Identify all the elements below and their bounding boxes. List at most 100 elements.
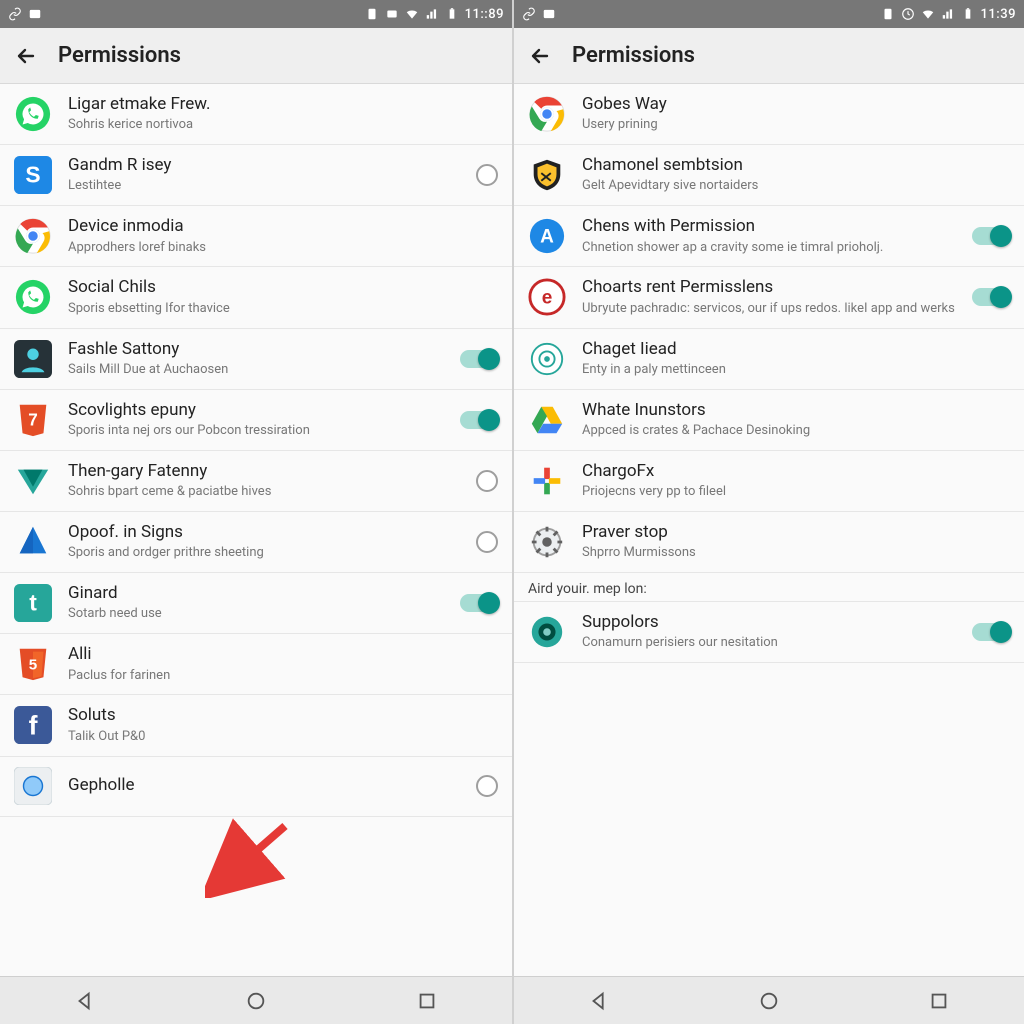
list-item-subtitle: Sporis ebsetting Ifor thavice	[68, 301, 448, 318]
battery-icon	[961, 7, 975, 21]
list-item-subtitle: Sporis and ordger prithre sheeting	[68, 545, 448, 562]
svg-text:5: 5	[29, 657, 38, 674]
svg-text:e: e	[542, 288, 553, 309]
nav-back-button[interactable]	[55, 981, 115, 1021]
list-item-title: Gobes Way	[582, 94, 960, 115]
svg-text:7: 7	[28, 410, 38, 429]
radio-control[interactable]	[476, 470, 498, 492]
list-item[interactable]: ChargoFxPriojecns very pp to fileel	[514, 451, 1024, 512]
list-item-title: Scovlights epuny	[68, 400, 448, 421]
contact-dark-icon	[14, 340, 52, 378]
nav-home-button[interactable]	[739, 981, 799, 1021]
list-item[interactable]: Social ChilsSporis ebsetting Ifor thavic…	[0, 267, 512, 328]
card-icon	[542, 7, 556, 21]
nav-back-button[interactable]	[569, 981, 629, 1021]
list-item-subtitle: Shprro Murmissons	[582, 545, 960, 562]
list-item[interactable]: AChens with PermissionChnetion shower ap…	[514, 206, 1024, 267]
radio-control[interactable]	[476, 164, 498, 186]
back-button[interactable]	[12, 42, 40, 70]
list-item-text: Device inmodia Approdhers loref binaks	[68, 216, 448, 256]
list-item-title: Suppolors	[582, 612, 960, 633]
list-item-title: Praver stop	[582, 522, 960, 543]
list-item[interactable]: Whate InunstorsAppced is crates & Pachac…	[514, 390, 1024, 451]
back-button[interactable]	[526, 42, 554, 70]
list-item-text: Choarts rent PermisslensUbryute pachradı…	[582, 277, 960, 317]
list-item[interactable]: 7Scovlights epunySporis inta nej ors our…	[0, 390, 512, 451]
list-item-text: Chaget IieadEnty in a paly mettinceen	[582, 339, 960, 379]
nav-recents-button[interactable]	[909, 981, 969, 1021]
radio-control[interactable]	[476, 775, 498, 797]
toggle-control[interactable]	[460, 411, 498, 429]
list-item-subtitle: Sohris kerice nortivoa	[68, 117, 448, 134]
list-item-title: Device inmodia	[68, 216, 448, 237]
list-item-text: Chamonel sembtsionGelt Apevidtary sive n…	[582, 155, 960, 195]
list-item[interactable]: Chamonel sembtsionGelt Apevidtary sive n…	[514, 145, 1024, 206]
permissions-list[interactable]: Ligar etmake Frew. Sohris kerice nortivoa…	[0, 84, 512, 976]
list-item-title: Chaget Iiead	[582, 339, 960, 360]
list-item-text: Fashle Sattony Sails Mill Due at Auchaose…	[68, 339, 448, 379]
header: Permissions	[514, 28, 1024, 84]
header: Permissions	[0, 28, 512, 84]
list-item-text: Then-gary FatennySohris bpart ceme & pac…	[68, 461, 448, 501]
nav-home-button[interactable]	[226, 981, 286, 1021]
globe-grey-icon	[14, 767, 52, 805]
list-item[interactable]: e Choarts rent PermisslensUbryute pachrad…	[514, 267, 1024, 328]
list-item[interactable]: Opoof. in SignsSporis and ordger prithre…	[0, 512, 512, 573]
link-icon	[522, 7, 536, 21]
s-blue-icon: S	[14, 156, 52, 194]
list-item[interactable]: Fashle Sattony Sails Mill Due at Auchaose…	[0, 329, 512, 390]
svg-text:S: S	[25, 162, 40, 188]
whatsapp-icon	[14, 278, 52, 316]
list-item[interactable]: 5AlliPaclus for farinen	[0, 634, 512, 695]
list-item-title: Choarts rent Permisslens	[582, 277, 960, 298]
toggle-control[interactable]	[972, 288, 1010, 306]
list-item-subtitle: Conamurn perisiers our nesitation	[582, 635, 960, 652]
list-item[interactable]: Suppolors Conamurn perisiers our nesitati…	[514, 602, 1024, 663]
radio-control[interactable]	[476, 531, 498, 553]
plus-multi-icon	[528, 462, 566, 500]
list-item-subtitle: Lestihtee	[68, 178, 448, 195]
list-item-text: Suppolors Conamurn perisiers our nesitati…	[582, 612, 960, 652]
list-item-control	[448, 594, 498, 612]
appstore-icon: A	[528, 217, 566, 255]
list-item-control	[448, 411, 498, 429]
phone-right: 11:39 Permissions Gobes WayUsery prining…	[512, 0, 1024, 1024]
toggle-control[interactable]	[460, 594, 498, 612]
list-item-title: ChargoFx	[582, 461, 960, 482]
list-item-subtitle: Approdhers loref binaks	[68, 240, 448, 257]
annotation-arrow-icon	[205, 818, 295, 898]
nav-recents-button[interactable]	[397, 981, 457, 1021]
circle-teal-icon	[528, 613, 566, 651]
chrome-icon	[528, 95, 566, 133]
list-item-title: Ligar etmake Frew.	[68, 94, 448, 115]
toggle-control[interactable]	[972, 623, 1010, 641]
e-red-icon: e	[528, 278, 566, 316]
list-item[interactable]: Then-gary FatennySohris bpart ceme & pac…	[0, 451, 512, 512]
list-item[interactable]: Ligar etmake Frew. Sohris kerice nortivoa	[0, 84, 512, 145]
list-item-text: Gepholle	[68, 775, 448, 796]
list-item-text: Gandm R iseyLestihtee	[68, 155, 448, 195]
list-item[interactable]: tGinardSotarb need use	[0, 573, 512, 634]
toggle-control[interactable]	[972, 227, 1010, 245]
list-item[interactable]: Praver stop Shprro Murmissons	[514, 512, 1024, 573]
list-item-control	[448, 164, 498, 186]
list-item-subtitle: Appced is crates & Pachace Desinoking	[582, 423, 960, 440]
list-item-text: Social ChilsSporis ebsetting Ifor thavic…	[68, 277, 448, 317]
list-item-subtitle: Gelt Apevidtary sive nortaiders	[582, 178, 960, 195]
list-item-subtitle: Sails Mill Due at Auchaosen	[68, 362, 448, 379]
section-label: Aird youir. mep lon:	[514, 573, 1024, 602]
list-item[interactable]: Chaget IieadEnty in a paly mettinceen	[514, 329, 1024, 390]
list-item[interactable]: S Gandm R iseyLestihtee	[0, 145, 512, 206]
list-item[interactable]: Gepholle	[0, 757, 512, 817]
list-item[interactable]: fSolutsTalik Out P&0	[0, 695, 512, 756]
list-item-control	[960, 227, 1010, 245]
list-item-title: Fashle Sattony	[68, 339, 448, 360]
list-item[interactable]: Gobes WayUsery prining	[514, 84, 1024, 145]
toggle-control[interactable]	[460, 350, 498, 368]
list-item[interactable]: Device inmodia Approdhers loref binaks	[0, 206, 512, 267]
sim-icon	[881, 7, 895, 21]
permissions-list[interactable]: Gobes WayUsery prining Chamonel sembtsion…	[514, 84, 1024, 976]
list-item-control	[448, 775, 498, 797]
list-item-text: Gobes WayUsery prining	[582, 94, 960, 134]
chrome-icon	[14, 217, 52, 255]
